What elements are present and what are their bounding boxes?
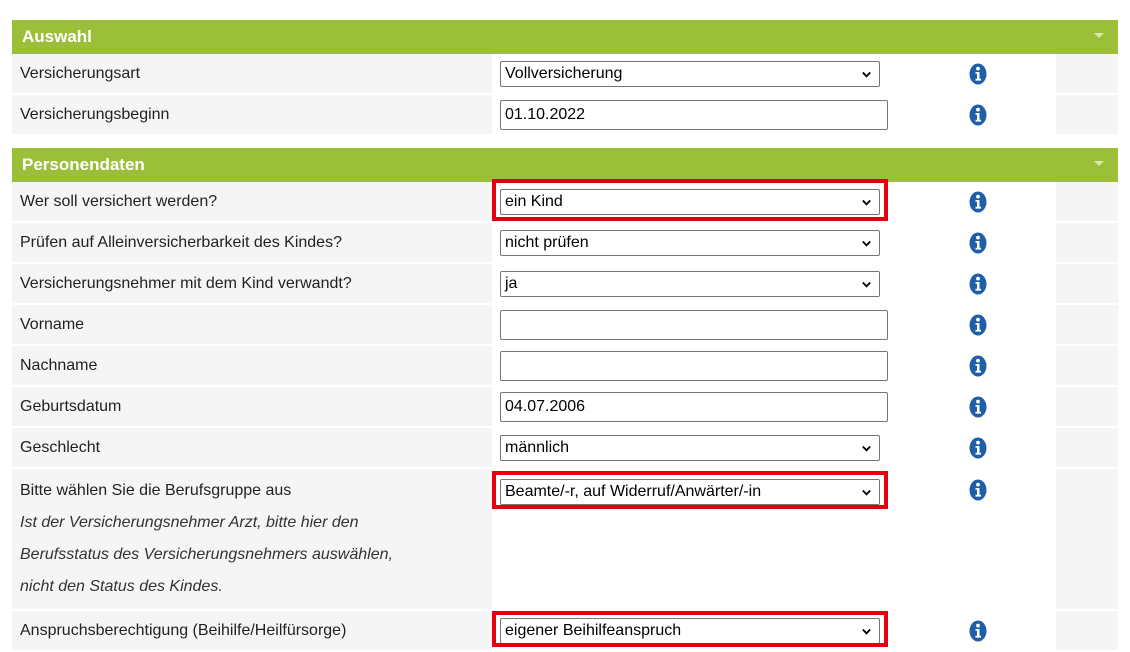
wer-versichert-select[interactable]: ein Kind: [500, 188, 880, 215]
field-label: Wer soll versichert werden?: [12, 182, 492, 222]
info-icon[interactable]: [969, 479, 987, 501]
chevron-down-icon: [862, 488, 871, 497]
field-label: Geburtsdatum: [12, 386, 492, 427]
form-row-versicherungsart: Versicherungsart Vollversicherung: [12, 54, 1118, 94]
info-icon[interactable]: [969, 63, 987, 85]
form-row-geschlecht: Geschlecht männlich: [12, 427, 1118, 468]
field-label: Versicherungsart: [12, 54, 492, 94]
verwandt-select[interactable]: ja: [500, 270, 880, 297]
anspruch-select[interactable]: eigener Beihilfeanspruch: [500, 617, 880, 644]
versicherungsart-select[interactable]: Vollversicherung: [500, 60, 880, 87]
caret-down-icon[interactable]: [1094, 33, 1104, 38]
section-header-auswahl[interactable]: Auswahl: [12, 20, 1118, 54]
select-value: männlich: [505, 438, 570, 456]
field-note-line: nicht den Status des Kindes.: [20, 578, 223, 595]
info-icon[interactable]: [969, 396, 987, 418]
form-row-pruefen: Prüfen auf Alleinversicherbarkeit des Ki…: [12, 222, 1118, 263]
personendaten-table: Wer soll versichert werden? ein Kind Prü…: [12, 179, 1118, 652]
select-value: ein Kind: [505, 192, 563, 210]
chevron-down-icon: [862, 444, 871, 453]
field-label: Versicherungsbeginn: [12, 94, 492, 135]
form-row-vorname: Vorname: [12, 304, 1118, 345]
select-value: Beamte/-r, auf Widerruf/Anwärter/-in: [505, 483, 762, 500]
chevron-down-icon: [862, 239, 871, 248]
berufsgruppe-select[interactable]: Beamte/-r, auf Widerruf/Anwärter/-in: [500, 479, 880, 505]
insurance-form: Auswahl Versicherungsart Vollversicherun…: [12, 20, 1118, 652]
form-row-nachname: Nachname: [12, 345, 1118, 386]
field-label: Versicherungsnehmer mit dem Kind verwand…: [12, 263, 492, 304]
field-label: Prüfen auf Alleinversicherbarkeit des Ki…: [12, 222, 492, 263]
pruefen-select[interactable]: nicht prüfen: [500, 229, 880, 256]
select-value: nicht prüfen: [505, 233, 589, 251]
chevron-down-icon: [862, 627, 871, 636]
versicherungsbeginn-input[interactable]: 01.10.2022: [500, 99, 888, 130]
info-icon[interactable]: [969, 232, 987, 254]
vorname-input[interactable]: [500, 309, 888, 340]
caret-down-icon[interactable]: [1094, 161, 1104, 166]
form-row-wer: Wer soll versichert werden? ein Kind: [12, 179, 1118, 222]
chevron-down-icon: [862, 198, 871, 207]
info-icon[interactable]: [969, 355, 987, 377]
info-icon[interactable]: [969, 191, 987, 213]
section-title: Auswahl: [22, 27, 92, 46]
info-icon[interactable]: [969, 620, 987, 642]
chevron-down-icon: [862, 70, 871, 79]
field-label: Nachname: [12, 345, 492, 386]
form-row-geburtsdatum: Geburtsdatum 04.07.2006: [12, 386, 1118, 427]
auswahl-table: Versicherungsart Vollversicherung Versic…: [12, 54, 1118, 136]
field-label: Bitte wählen Sie die Berufsgruppe aus: [20, 482, 292, 499]
field-label: Vorname: [12, 304, 492, 345]
info-icon[interactable]: [969, 314, 987, 336]
select-value: eigener Beihilfeanspruch: [505, 621, 682, 639]
field-label: Geschlecht: [12, 427, 492, 468]
field-note-line: Ist der Versicherungsnehmer Arzt, bitte …: [20, 514, 359, 531]
nachname-input[interactable]: [500, 350, 888, 381]
form-row-anspruch: Anspruchsberechtigung (Beihilfe/Heilfürs…: [12, 610, 1118, 651]
info-icon[interactable]: [969, 437, 987, 459]
select-value: Vollversicherung: [505, 64, 623, 82]
field-note-line: Berufsstatus des Versicherungsnehmers au…: [20, 546, 393, 563]
form-row-berufsgruppe: Bitte wählen Sie die Berufsgruppe aus Is…: [12, 468, 1118, 610]
geschlecht-select[interactable]: männlich: [500, 434, 880, 461]
field-label-group: Bitte wählen Sie die Berufsgruppe aus Is…: [12, 468, 492, 610]
info-icon[interactable]: [969, 104, 987, 126]
info-icon[interactable]: [969, 273, 987, 295]
section-title: Personendaten: [22, 155, 145, 174]
select-value: ja: [505, 274, 518, 292]
form-row-verwandt: Versicherungsnehmer mit dem Kind verwand…: [12, 263, 1118, 304]
field-label: Anspruchsberechtigung (Beihilfe/Heilfürs…: [12, 610, 492, 651]
chevron-down-icon: [862, 280, 871, 289]
geburtsdatum-input[interactable]: 04.07.2006: [500, 391, 888, 422]
section-header-personendaten[interactable]: Personendaten: [12, 148, 1118, 182]
form-row-versicherungsbeginn: Versicherungsbeginn 01.10.2022: [12, 94, 1118, 135]
